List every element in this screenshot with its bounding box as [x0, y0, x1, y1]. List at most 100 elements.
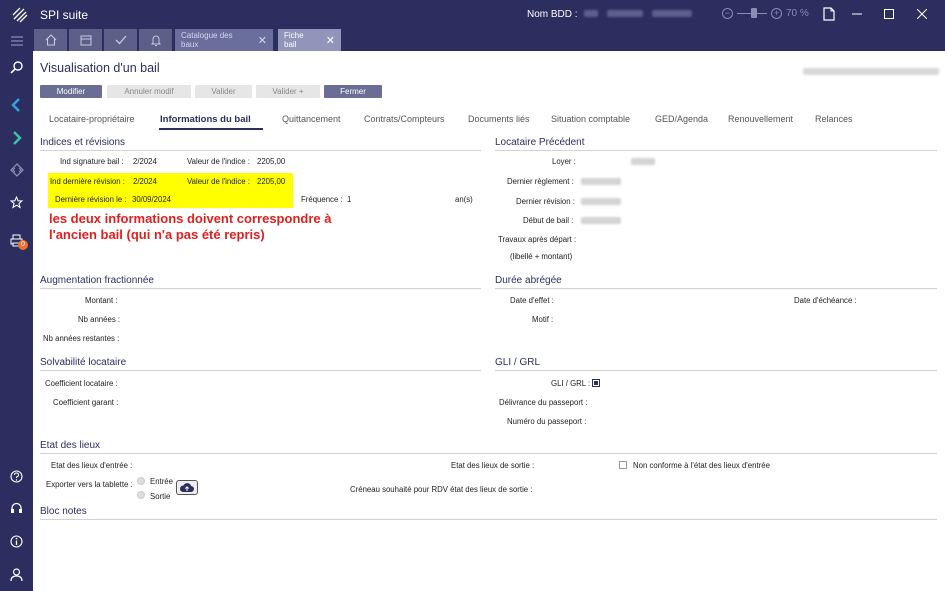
exporter-tablette-label: Exporter vers la tablette : [46, 480, 133, 489]
tab-relances[interactable]: Relances [815, 114, 853, 124]
tab-tasks[interactable] [104, 29, 137, 51]
derniere-revision-value: 30/09/2024 [132, 195, 172, 204]
tab-fiche-bail[interactable]: Fiche bail ✕ [278, 29, 341, 51]
title-bar: SPI suite Nom BDD : − + 70 % [0, 0, 945, 29]
annuler-modif-button[interactable]: Annuler modif [107, 85, 191, 98]
derniere-revision-label: Dernière révision le : [55, 195, 127, 204]
nb-annees-restantes-label: Nb années restantes : [43, 334, 120, 343]
app-title: SPI suite [40, 8, 89, 22]
nav-forward-icon[interactable] [8, 129, 25, 146]
non-conforme-label: Non conforme à l'état des lieux d'entrée [633, 461, 770, 470]
non-conforme-checkbox[interactable] [619, 461, 627, 469]
zoom-out-icon[interactable]: − [722, 8, 733, 19]
delivrance-passeport-label: Délivrance du passeport : [499, 398, 588, 407]
section-divider [40, 150, 481, 151]
ind-derniere-revision-value: 2/2024 [133, 177, 157, 186]
minimize-button[interactable] [849, 6, 865, 22]
close-tab-icon[interactable]: ✕ [258, 34, 267, 47]
section-divider [495, 370, 937, 371]
radio-entree-label: Entrée [150, 477, 173, 486]
section-bloc-notes-title: Bloc notes [40, 506, 87, 517]
valeur-indice-2-label: Valeur de l'indice : [187, 177, 250, 186]
etat-lieux-sortie-label: Etat des lieux de sortie : [451, 461, 535, 470]
user-icon[interactable] [8, 566, 25, 583]
frequence-unit: an(s) [455, 195, 473, 204]
radio-sortie-label: Sortie [150, 492, 171, 501]
debut-bail-label: Début de bail : [523, 216, 574, 225]
radio-sortie[interactable] [137, 491, 145, 499]
motif-label: Motif : [532, 315, 554, 324]
tab-situation-comptable[interactable]: Situation comptable [551, 114, 630, 124]
section-divider [495, 288, 937, 289]
travaux-label: Travaux après départ : [498, 235, 577, 244]
headset-icon[interactable] [8, 500, 25, 517]
montant-label: Montant : [85, 296, 118, 305]
frequence-value: 1 [347, 195, 352, 204]
tab-calendar[interactable] [69, 29, 102, 51]
tab-quittancement[interactable]: Quittancement [282, 114, 341, 124]
info-icon[interactable] [8, 533, 25, 550]
coef-garant-label: Coefficient garant : [53, 398, 119, 407]
valeur-indice-value: 2205,00 [257, 157, 286, 166]
page-title: Visualisation d'un bail [40, 61, 160, 75]
numero-passeport-label: Numéro du passeport : [507, 417, 587, 426]
frequence-label: Fréquence : [301, 195, 343, 204]
maximize-button[interactable] [881, 6, 897, 22]
db-name-label: Nom BDD : [527, 9, 692, 20]
section-divider [40, 519, 937, 520]
dernier-revision-label: Dernier révision : [516, 197, 575, 206]
red-annotation: les deux informations doivent correspond… [49, 211, 332, 242]
section-divider [495, 150, 937, 151]
tab-ged-agenda[interactable]: GED/Agenda [655, 114, 708, 124]
cloud-upload-button[interactable] [176, 480, 198, 495]
close-window-button[interactable] [914, 6, 930, 22]
zoom-in-icon[interactable]: + [771, 8, 782, 19]
help-icon[interactable] [8, 468, 25, 485]
fermer-button[interactable]: Fermer [324, 85, 382, 98]
modifier-button[interactable]: Modifier [40, 85, 102, 98]
bloc-notes-area[interactable] [40, 521, 937, 581]
print-icon[interactable]: 0 [8, 232, 28, 250]
tab-notifications[interactable] [139, 29, 172, 51]
main-content: Visualisation d'un bail Modifier Annuler… [33, 51, 945, 591]
valeur-indice-2-value: 2205,00 [257, 177, 286, 186]
nav-back-icon[interactable] [8, 96, 25, 113]
tab-renouvellement[interactable]: Renouvellement [728, 114, 793, 124]
tab-home[interactable] [34, 29, 67, 51]
star-icon[interactable] [8, 194, 25, 211]
section-solvabilite-title: Solvabilité locataire [40, 357, 127, 368]
section-locataire-precedent-title: Locataire Précédent [495, 137, 585, 148]
etat-lieux-entree-label: Etat des lieux d'entrée : [51, 461, 133, 470]
code-diamond-icon[interactable] [8, 161, 25, 178]
valeur-indice-label: Valeur de l'indice : [187, 157, 250, 166]
section-divider [40, 453, 937, 454]
tab-contrats-compteurs[interactable]: Contrats/Compteurs [364, 114, 445, 124]
tab-documents-lies[interactable]: Documents liés [468, 114, 530, 124]
close-tab-icon[interactable]: ✕ [326, 34, 335, 47]
creneau-rdv-label: Créneau souhaité pour RDV état des lieux… [350, 485, 533, 494]
spi-logo-icon [12, 7, 28, 23]
calendar-icon [80, 35, 91, 46]
valider-plus-button[interactable]: Valider + [256, 85, 320, 98]
tab-informations-bail[interactable]: Informations du bail [160, 114, 251, 125]
radio-entree[interactable] [137, 477, 145, 485]
tab-locataire-proprietaire[interactable]: Locataire-propriétaire [49, 114, 135, 124]
zoom-slider[interactable] [737, 8, 767, 18]
loyer-value-redacted [631, 158, 655, 165]
valider-button[interactable]: Valider [195, 85, 252, 98]
search-icon[interactable] [8, 59, 25, 76]
zoom-control[interactable]: − + 70 % [722, 8, 809, 19]
section-duree-title: Durée abrégée [495, 275, 562, 286]
print-badge: 0 [18, 240, 28, 250]
section-gli-title: GLI / GRL [495, 357, 541, 368]
document-icon[interactable] [821, 6, 837, 22]
section-indices-title: Indices et révisions [40, 137, 126, 148]
hamburger-menu-icon[interactable] [8, 32, 25, 49]
tab-catalogue-baux[interactable]: Catalogue des baux ✕ [175, 29, 273, 51]
record-reference [803, 68, 939, 77]
gli-grl-label: GLI / GRL : [551, 379, 591, 388]
date-effet-label: Date d'effet : [510, 296, 554, 305]
travaux-sublabel: (libellé + montant) [510, 252, 573, 261]
gli-grl-checkbox[interactable] [592, 379, 600, 387]
checkmark-icon [115, 35, 126, 45]
